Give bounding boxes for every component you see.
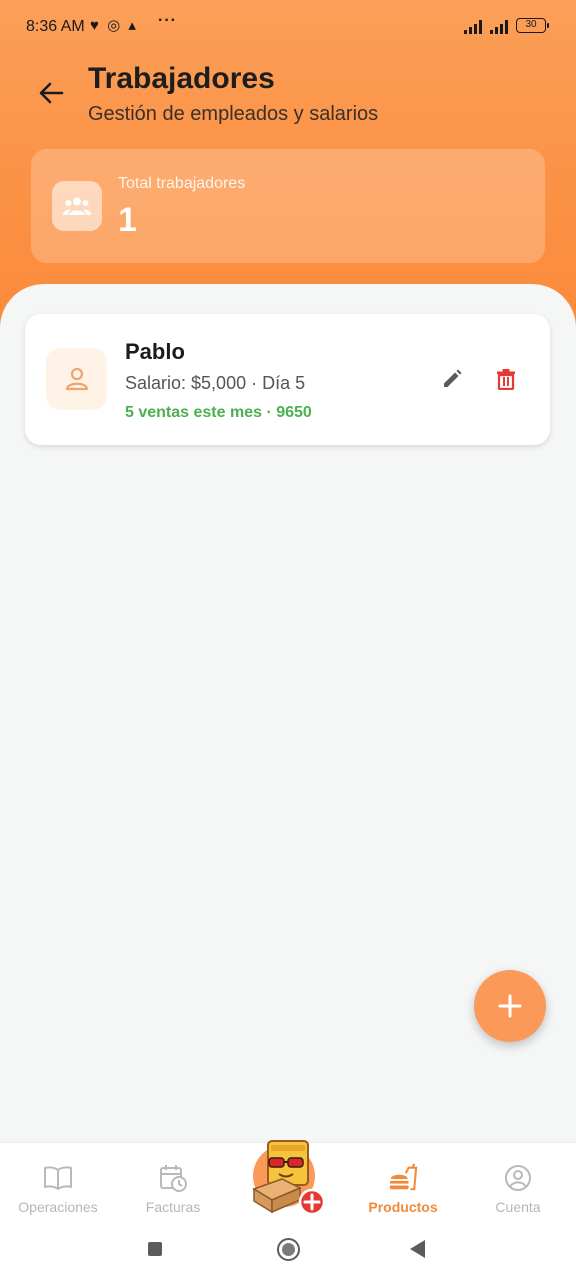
- mascot-add-icon: [252, 1140, 326, 1216]
- stat-value: 1: [118, 201, 137, 239]
- notification-icons: ♥ ◎ ▴: [90, 17, 138, 34]
- nav-label: Operaciones: [18, 1199, 98, 1215]
- calendar-clock-icon: [158, 1163, 188, 1193]
- nav-item-operaciones[interactable]: Operaciones: [3, 1143, 113, 1221]
- nav-label: Productos: [368, 1199, 438, 1215]
- worker-name: Pablo: [125, 339, 185, 364]
- add-worker-button[interactable]: [474, 970, 546, 1042]
- system-nav-bar: [0, 1220, 576, 1280]
- system-back-button[interactable]: [410, 1240, 425, 1258]
- nav-label: Cuenta: [495, 1199, 541, 1215]
- battery-icon: 30: [516, 18, 549, 33]
- page-subtitle: Gestión de empleados y salarios: [88, 103, 379, 125]
- signal-icon: [464, 20, 482, 34]
- status-bar: 8:36 AM ♥ ◎ ▴ ··· 30: [0, 0, 576, 54]
- page-title: Trabajadores: [88, 62, 275, 95]
- nav-item-cuenta[interactable]: Cuenta: [463, 1143, 573, 1221]
- fastfood-icon: [388, 1163, 418, 1193]
- worker-salary: Salario: $5,000 · Día 5: [125, 373, 306, 393]
- recent-apps-button[interactable]: [148, 1242, 162, 1256]
- signal-icon-2: [490, 20, 508, 34]
- plus-icon: [498, 994, 522, 1018]
- nav-item-facturas[interactable]: Facturas: [118, 1143, 228, 1221]
- person-icon: [65, 367, 88, 391]
- group-icon: [63, 197, 91, 215]
- trash-icon: [497, 369, 515, 390]
- pencil-icon: [444, 369, 462, 387]
- stat-label: Total trabajadores: [118, 175, 246, 192]
- edit-button[interactable]: [437, 364, 467, 394]
- worker-sales: 5 ventas este mes · 9650: [125, 404, 312, 421]
- avatar: [46, 348, 107, 410]
- worker-card[interactable]: Pablo Salario: $5,000 · Día 5 5 ventas e…: [25, 314, 550, 445]
- delete-button[interactable]: [491, 364, 521, 394]
- more-notifications-icon: ···: [158, 12, 177, 29]
- back-button[interactable]: [32, 74, 70, 112]
- nav-label: Facturas: [145, 1199, 201, 1215]
- nav-item-productos[interactable]: Productos: [348, 1143, 458, 1221]
- book-icon: [43, 1163, 73, 1193]
- home-button[interactable]: [277, 1238, 300, 1261]
- stat-icon-box: [52, 181, 102, 231]
- mascot-add-button[interactable]: [246, 1134, 330, 1218]
- status-time: 8:36 AM: [26, 18, 85, 35]
- account-circle-icon: [503, 1163, 533, 1193]
- arrow-back-icon: [39, 82, 64, 104]
- total-workers-card: Total trabajadores 1: [31, 149, 545, 263]
